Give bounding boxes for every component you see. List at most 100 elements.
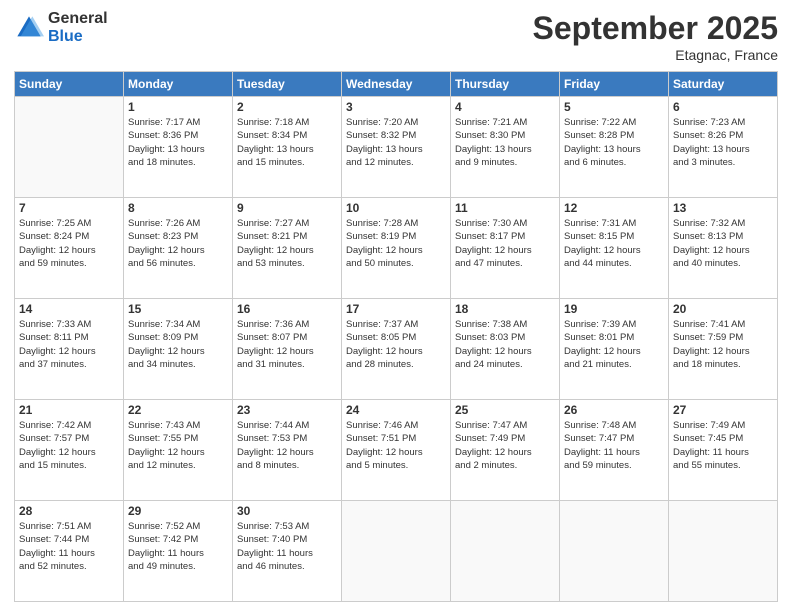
day-info: Sunrise: 7:20 AM Sunset: 8:32 PM Dayligh… — [346, 116, 446, 169]
day-info: Sunrise: 7:34 AM Sunset: 8:09 PM Dayligh… — [128, 318, 228, 371]
calendar-cell: 8 Sunrise: 7:26 AM Sunset: 8:23 PM Daylig… — [124, 198, 233, 299]
calendar-week-row: 14 Sunrise: 7:33 AM Sunset: 8:11 PM Dayli… — [15, 299, 778, 400]
calendar-cell: 26 Sunrise: 7:48 AM Sunset: 7:47 PM Dayli… — [560, 400, 669, 501]
day-info: Sunrise: 7:42 AM Sunset: 7:57 PM Dayligh… — [19, 419, 119, 472]
day-info: Sunrise: 7:48 AM Sunset: 7:47 PM Dayligh… — [564, 419, 664, 472]
day-info: Sunrise: 7:37 AM Sunset: 8:05 PM Dayligh… — [346, 318, 446, 371]
calendar-cell: 19 Sunrise: 7:39 AM Sunset: 8:01 PM Dayli… — [560, 299, 669, 400]
calendar-cell: 21 Sunrise: 7:42 AM Sunset: 7:57 PM Dayli… — [15, 400, 124, 501]
day-info: Sunrise: 7:51 AM Sunset: 7:44 PM Dayligh… — [19, 520, 119, 573]
day-info: Sunrise: 7:21 AM Sunset: 8:30 PM Dayligh… — [455, 116, 555, 169]
calendar-cell: 15 Sunrise: 7:34 AM Sunset: 8:09 PM Dayli… — [124, 299, 233, 400]
calendar-cell: 24 Sunrise: 7:46 AM Sunset: 7:51 PM Dayli… — [342, 400, 451, 501]
calendar-cell — [451, 501, 560, 602]
calendar-cell: 28Sunrise: 7:51 AM Sunset: 7:44 PM Dayli… — [15, 501, 124, 602]
day-info: Sunrise: 7:32 AM Sunset: 8:13 PM Dayligh… — [673, 217, 773, 270]
logo-blue: Blue — [48, 28, 108, 46]
day-info: Sunrise: 7:33 AM Sunset: 8:11 PM Dayligh… — [19, 318, 119, 371]
day-number: 20 — [673, 302, 773, 316]
calendar-cell: 20 Sunrise: 7:41 AM Sunset: 7:59 PM Dayli… — [669, 299, 778, 400]
day-number: 12 — [564, 201, 664, 215]
logo-general: General — [48, 10, 108, 28]
day-header-thursday: Thursday — [451, 72, 560, 97]
day-number: 24 — [346, 403, 446, 417]
calendar-cell: 5Sunrise: 7:22 AM Sunset: 8:28 PM Daylig… — [560, 97, 669, 198]
day-number: 29 — [128, 504, 228, 518]
day-header-friday: Friday — [560, 72, 669, 97]
day-info: Sunrise: 7:27 AM Sunset: 8:21 PM Dayligh… — [237, 217, 337, 270]
day-number: 26 — [564, 403, 664, 417]
calendar-cell: 30 Sunrise: 7:53 AM Sunset: 7:40 PM Dayli… — [233, 501, 342, 602]
day-number: 1 — [128, 100, 228, 114]
calendar-cell: 17 Sunrise: 7:37 AM Sunset: 8:05 PM Dayli… — [342, 299, 451, 400]
day-header-monday: Monday — [124, 72, 233, 97]
day-header-tuesday: Tuesday — [233, 72, 342, 97]
day-info: Sunrise: 7:43 AM Sunset: 7:55 PM Dayligh… — [128, 419, 228, 472]
logo-text: General Blue — [48, 10, 108, 45]
day-number: 19 — [564, 302, 664, 316]
calendar-cell — [560, 501, 669, 602]
day-info: Sunrise: 7:49 AM Sunset: 7:45 PM Dayligh… — [673, 419, 773, 472]
calendar-cell: 3 Sunrise: 7:20 AM Sunset: 8:32 PM Daylig… — [342, 97, 451, 198]
day-number: 18 — [455, 302, 555, 316]
calendar-cell: 14 Sunrise: 7:33 AM Sunset: 8:11 PM Dayli… — [15, 299, 124, 400]
calendar-cell — [342, 501, 451, 602]
day-info: Sunrise: 7:41 AM Sunset: 7:59 PM Dayligh… — [673, 318, 773, 371]
calendar-cell — [669, 501, 778, 602]
location-subtitle: Etagnac, France — [533, 47, 778, 63]
month-title: September 2025 — [533, 10, 778, 47]
calendar-week-row: 1 Sunrise: 7:17 AM Sunset: 8:36 PM Daylig… — [15, 97, 778, 198]
day-info: Sunrise: 7:22 AM Sunset: 8:28 PM Dayligh… — [564, 116, 664, 169]
day-info: Sunrise: 7:52 AM Sunset: 7:42 PM Dayligh… — [128, 520, 228, 573]
calendar-week-row: 21 Sunrise: 7:42 AM Sunset: 7:57 PM Dayli… — [15, 400, 778, 501]
day-number: 11 — [455, 201, 555, 215]
calendar-week-row: 28Sunrise: 7:51 AM Sunset: 7:44 PM Dayli… — [15, 501, 778, 602]
day-number: 15 — [128, 302, 228, 316]
calendar-cell — [15, 97, 124, 198]
day-number: 22 — [128, 403, 228, 417]
page: General Blue September 2025 Etagnac, Fra… — [0, 0, 792, 612]
day-info: Sunrise: 7:17 AM Sunset: 8:36 PM Dayligh… — [128, 116, 228, 169]
day-header-saturday: Saturday — [669, 72, 778, 97]
calendar-cell: 23Sunrise: 7:44 AM Sunset: 7:53 PM Dayli… — [233, 400, 342, 501]
calendar-cell: 7Sunrise: 7:25 AM Sunset: 8:24 PM Daylig… — [15, 198, 124, 299]
title-block: September 2025 Etagnac, France — [533, 10, 778, 63]
calendar-table: SundayMondayTuesdayWednesdayThursdayFrid… — [14, 71, 778, 602]
day-info: Sunrise: 7:31 AM Sunset: 8:15 PM Dayligh… — [564, 217, 664, 270]
day-info: Sunrise: 7:26 AM Sunset: 8:23 PM Dayligh… — [128, 217, 228, 270]
day-number: 21 — [19, 403, 119, 417]
calendar-cell: 22 Sunrise: 7:43 AM Sunset: 7:55 PM Dayli… — [124, 400, 233, 501]
day-number: 9 — [237, 201, 337, 215]
day-info: Sunrise: 7:25 AM Sunset: 8:24 PM Dayligh… — [19, 217, 119, 270]
calendar-cell: 9 Sunrise: 7:27 AM Sunset: 8:21 PM Daylig… — [233, 198, 342, 299]
day-number: 2 — [237, 100, 337, 114]
day-number: 10 — [346, 201, 446, 215]
calendar-cell: 11 Sunrise: 7:30 AM Sunset: 8:17 PM Dayli… — [451, 198, 560, 299]
calendar-week-row: 7Sunrise: 7:25 AM Sunset: 8:24 PM Daylig… — [15, 198, 778, 299]
day-number: 23 — [237, 403, 337, 417]
day-number: 14 — [19, 302, 119, 316]
calendar-header-row: SundayMondayTuesdayWednesdayThursdayFrid… — [15, 72, 778, 97]
calendar-cell: 25Sunrise: 7:47 AM Sunset: 7:49 PM Dayli… — [451, 400, 560, 501]
calendar-cell: 2 Sunrise: 7:18 AM Sunset: 8:34 PM Daylig… — [233, 97, 342, 198]
calendar-cell: 4 Sunrise: 7:21 AM Sunset: 8:30 PM Daylig… — [451, 97, 560, 198]
day-number: 8 — [128, 201, 228, 215]
calendar-cell: 1 Sunrise: 7:17 AM Sunset: 8:36 PM Daylig… — [124, 97, 233, 198]
header: General Blue September 2025 Etagnac, Fra… — [14, 10, 778, 63]
day-number: 30 — [237, 504, 337, 518]
day-info: Sunrise: 7:30 AM Sunset: 8:17 PM Dayligh… — [455, 217, 555, 270]
day-info: Sunrise: 7:53 AM Sunset: 7:40 PM Dayligh… — [237, 520, 337, 573]
day-number: 4 — [455, 100, 555, 114]
day-number: 3 — [346, 100, 446, 114]
day-info: Sunrise: 7:39 AM Sunset: 8:01 PM Dayligh… — [564, 318, 664, 371]
day-header-wednesday: Wednesday — [342, 72, 451, 97]
day-info: Sunrise: 7:38 AM Sunset: 8:03 PM Dayligh… — [455, 318, 555, 371]
day-info: Sunrise: 7:46 AM Sunset: 7:51 PM Dayligh… — [346, 419, 446, 472]
day-number: 17 — [346, 302, 446, 316]
calendar-cell: 10 Sunrise: 7:28 AM Sunset: 8:19 PM Dayli… — [342, 198, 451, 299]
day-number: 27 — [673, 403, 773, 417]
day-info: Sunrise: 7:18 AM Sunset: 8:34 PM Dayligh… — [237, 116, 337, 169]
calendar-cell: 12 Sunrise: 7:31 AM Sunset: 8:15 PM Dayli… — [560, 198, 669, 299]
day-info: Sunrise: 7:23 AM Sunset: 8:26 PM Dayligh… — [673, 116, 773, 169]
day-info: Sunrise: 7:28 AM Sunset: 8:19 PM Dayligh… — [346, 217, 446, 270]
